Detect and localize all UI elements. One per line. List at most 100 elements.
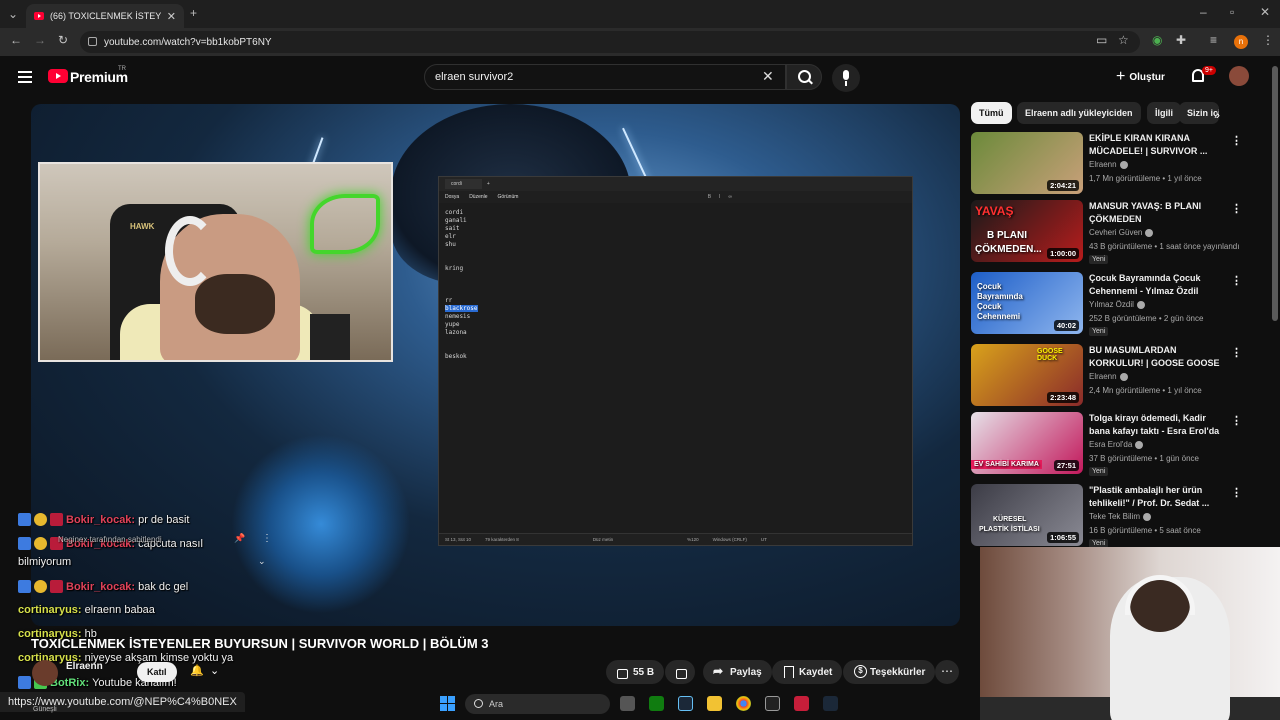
recommendation-card[interactable]: EV SAHİBİ KARIMA 27:51 Tolga kirayı ödemed… <box>971 412 1261 476</box>
recommendation-channel[interactable]: Yılmaz Özdil <box>1089 300 1145 309</box>
close-window-icon[interactable]: ✕ <box>1260 5 1270 19</box>
epic-games-icon[interactable] <box>765 696 780 711</box>
video-duration: 27:51 <box>1053 460 1079 471</box>
account-avatar[interactable] <box>1229 66 1249 86</box>
join-button[interactable]: Katıl <box>137 662 177 682</box>
recommendation-channel[interactable]: Teke Tek Bilim <box>1089 512 1151 521</box>
more-actions-button[interactable]: ⋯ <box>935 660 959 684</box>
bookmark-icon <box>782 666 794 678</box>
extension-icon[interactable]: ◉ <box>1152 33 1162 47</box>
steam-icon-2[interactable] <box>823 696 838 711</box>
close-tab-icon[interactable]: ✕ <box>167 10 176 23</box>
subscription-bell-icon[interactable]: 🔔 <box>190 664 204 677</box>
address-bar[interactable]: youtube.com/watch?v=bb1kobPT6NY <box>80 31 1140 53</box>
pin-icon[interactable]: 📌 <box>234 533 245 544</box>
windows-start-icon[interactable] <box>440 696 455 711</box>
search-input[interactable]: elraen survivor2 <box>424 64 786 90</box>
more-options-icon[interactable]: ⋮ <box>1231 274 1242 287</box>
browser-menu-icon[interactable]: ⋮ <box>1262 33 1274 47</box>
reload-icon[interactable]: ↻ <box>58 33 68 47</box>
subscription-dropdown-icon[interactable]: ⌄ <box>210 664 219 677</box>
profile-avatar[interactable]: n <box>1234 35 1248 49</box>
chat-more-icon[interactable]: ⋮ <box>262 533 272 544</box>
recommendation-title[interactable]: Tolga kirayı ödemedi, Kadir bana kafayı … <box>1089 412 1229 438</box>
chat-username[interactable]: Bokir_kocak: <box>66 514 135 526</box>
recommendation-card[interactable]: 2:04:21 EKİPLE KIRAN KIRANA MÜCADELE! | S… <box>971 132 1261 196</box>
notepad-line: elr <box>445 233 456 240</box>
page-scrollbar[interactable] <box>1272 66 1278 321</box>
recommendation-card[interactable]: YAVAŞ B PLANI ÇÖKMEDEN... 1:00:00 MANSUR YAV… <box>971 200 1261 264</box>
more-options-icon[interactable]: ⋮ <box>1231 202 1242 215</box>
microphone <box>310 314 350 360</box>
xbox-icon[interactable] <box>649 696 664 711</box>
chat-username[interactable]: cortinaryus: <box>18 604 82 616</box>
menu-icon[interactable] <box>18 71 32 83</box>
chip-all[interactable]: Tümü <box>971 102 1012 124</box>
recommendation-channel[interactable]: Elraenn <box>1089 160 1128 169</box>
save-label: Kaydet <box>799 666 833 678</box>
chat-expand-icon[interactable]: ⌄ <box>258 556 266 567</box>
more-options-icon[interactable]: ⋮ <box>1231 486 1242 499</box>
back-icon[interactable]: ← <box>10 33 22 47</box>
recommendation-title[interactable]: MANSUR YAVAŞ: B PLANI ÇÖKMEDEN <box>1089 200 1229 226</box>
create-button[interactable]: + Oluştur <box>1116 66 1165 88</box>
reading-list-icon[interactable]: ≡ <box>1210 33 1217 47</box>
video-thumbnail[interactable]: Çocuk Bayramında Çocuk Cehennemi 40:02 <box>971 272 1083 334</box>
more-options-icon[interactable]: ⋮ <box>1231 134 1242 147</box>
youtube-logo-icon[interactable] <box>48 69 68 83</box>
recommendation-title[interactable]: "Plastik ambalajlı her ürün tehlikeli!" … <box>1089 484 1229 510</box>
chat-badge-icon <box>34 580 47 593</box>
chip-from-uploader[interactable]: Elraenn adlı yükleyiciden <box>1017 102 1141 124</box>
verified-icon <box>1119 160 1128 169</box>
search-button[interactable] <box>786 64 822 90</box>
steam-icon[interactable] <box>678 696 693 711</box>
chat-username[interactable]: Bokir_kocak: <box>66 581 135 593</box>
new-tab-icon[interactable]: + <box>190 6 197 20</box>
extensions-puzzle-icon[interactable]: ✚ <box>1176 33 1186 47</box>
channel-name[interactable]: Elraenn <box>66 661 103 672</box>
forward-icon[interactable]: → <box>34 33 46 47</box>
browser-tab-active[interactable]: (66) TOXICLENMEK İSTEYENLER ✕ <box>26 4 184 28</box>
headphones <box>165 216 215 286</box>
recommendation-title[interactable]: EKİPLE KIRAN KIRANA MÜCADELE! | SURVIVOR… <box>1089 132 1229 158</box>
like-button[interactable]: 55 B <box>606 660 665 684</box>
recommendation-title[interactable]: Çocuk Bayramında Çocuk Cehennemi - Yılma… <box>1089 272 1229 298</box>
chrome-icon[interactable] <box>736 696 751 711</box>
recommendation-card[interactable]: Çocuk Bayramında Çocuk Cehennemi 40:02 Çocuk … <box>971 272 1261 336</box>
recommendation-channel[interactable]: Elraenn <box>1089 372 1128 381</box>
bookmark-star-icon[interactable]: ☆ <box>1118 33 1129 47</box>
file-explorer-icon[interactable] <box>707 696 722 711</box>
task-view-icon[interactable] <box>620 696 635 711</box>
minimize-icon[interactable]: – <box>1200 5 1207 19</box>
riot-client-icon[interactable] <box>794 696 809 711</box>
notepad-line <box>445 345 906 353</box>
chip-for-you[interactable]: Sizin için <box>1179 102 1219 124</box>
video-thumbnail[interactable]: YAVAŞ B PLANI ÇÖKMEDEN... 1:00:00 <box>971 200 1083 262</box>
share-button[interactable]: Paylaş <box>703 660 772 684</box>
tab-search-icon[interactable]: ⌄ <box>8 7 18 21</box>
new-badge: Yeni <box>1089 327 1109 336</box>
video-thumbnail[interactable]: EV SAHİBİ KARIMA 27:51 <box>971 412 1083 474</box>
chevron-right-icon[interactable]: › <box>1216 108 1220 122</box>
voice-search-button[interactable] <box>832 64 860 92</box>
recommendation-channel[interactable]: Esra Erol'da <box>1089 440 1144 449</box>
recommendation-channel[interactable]: Cevheri Güven <box>1089 228 1154 237</box>
dislike-button[interactable] <box>665 660 695 684</box>
more-options-icon[interactable]: ⋮ <box>1231 414 1242 427</box>
channel-avatar[interactable] <box>32 660 58 686</box>
recommendation-card[interactable]: KÜRESEL PLASTİK İSTİLASI 1:06:55 "Plastik a… <box>971 484 1261 548</box>
site-info-icon[interactable] <box>88 37 97 46</box>
clear-search-icon[interactable]: ✕ <box>762 68 774 85</box>
video-thumbnail[interactable]: 2:04:21 <box>971 132 1083 194</box>
video-thumbnail[interactable]: KÜRESEL PLASTİK İSTİLASI 1:06:55 <box>971 484 1083 546</box>
recommendation-title[interactable]: BU MASUMLARDAN KORKULUR! | GOOSE GOOSE .… <box>1089 344 1229 370</box>
save-button[interactable]: Kaydet <box>772 660 843 684</box>
recommendation-card[interactable]: GOOSE DUCK 2:23:48 BU MASUMLARDAN KORKULUR… <box>971 344 1261 408</box>
maximize-icon[interactable]: ▫ <box>1230 5 1234 19</box>
thanks-button[interactable]: Teşekkürler <box>843 660 936 684</box>
chip-related[interactable]: İlgili <box>1147 102 1181 124</box>
cast-icon[interactable]: ▭ <box>1096 33 1107 47</box>
video-thumbnail[interactable]: GOOSE DUCK 2:23:48 <box>971 344 1083 406</box>
more-options-icon[interactable]: ⋮ <box>1231 346 1242 359</box>
taskbar-search[interactable]: Ara <box>465 694 610 714</box>
